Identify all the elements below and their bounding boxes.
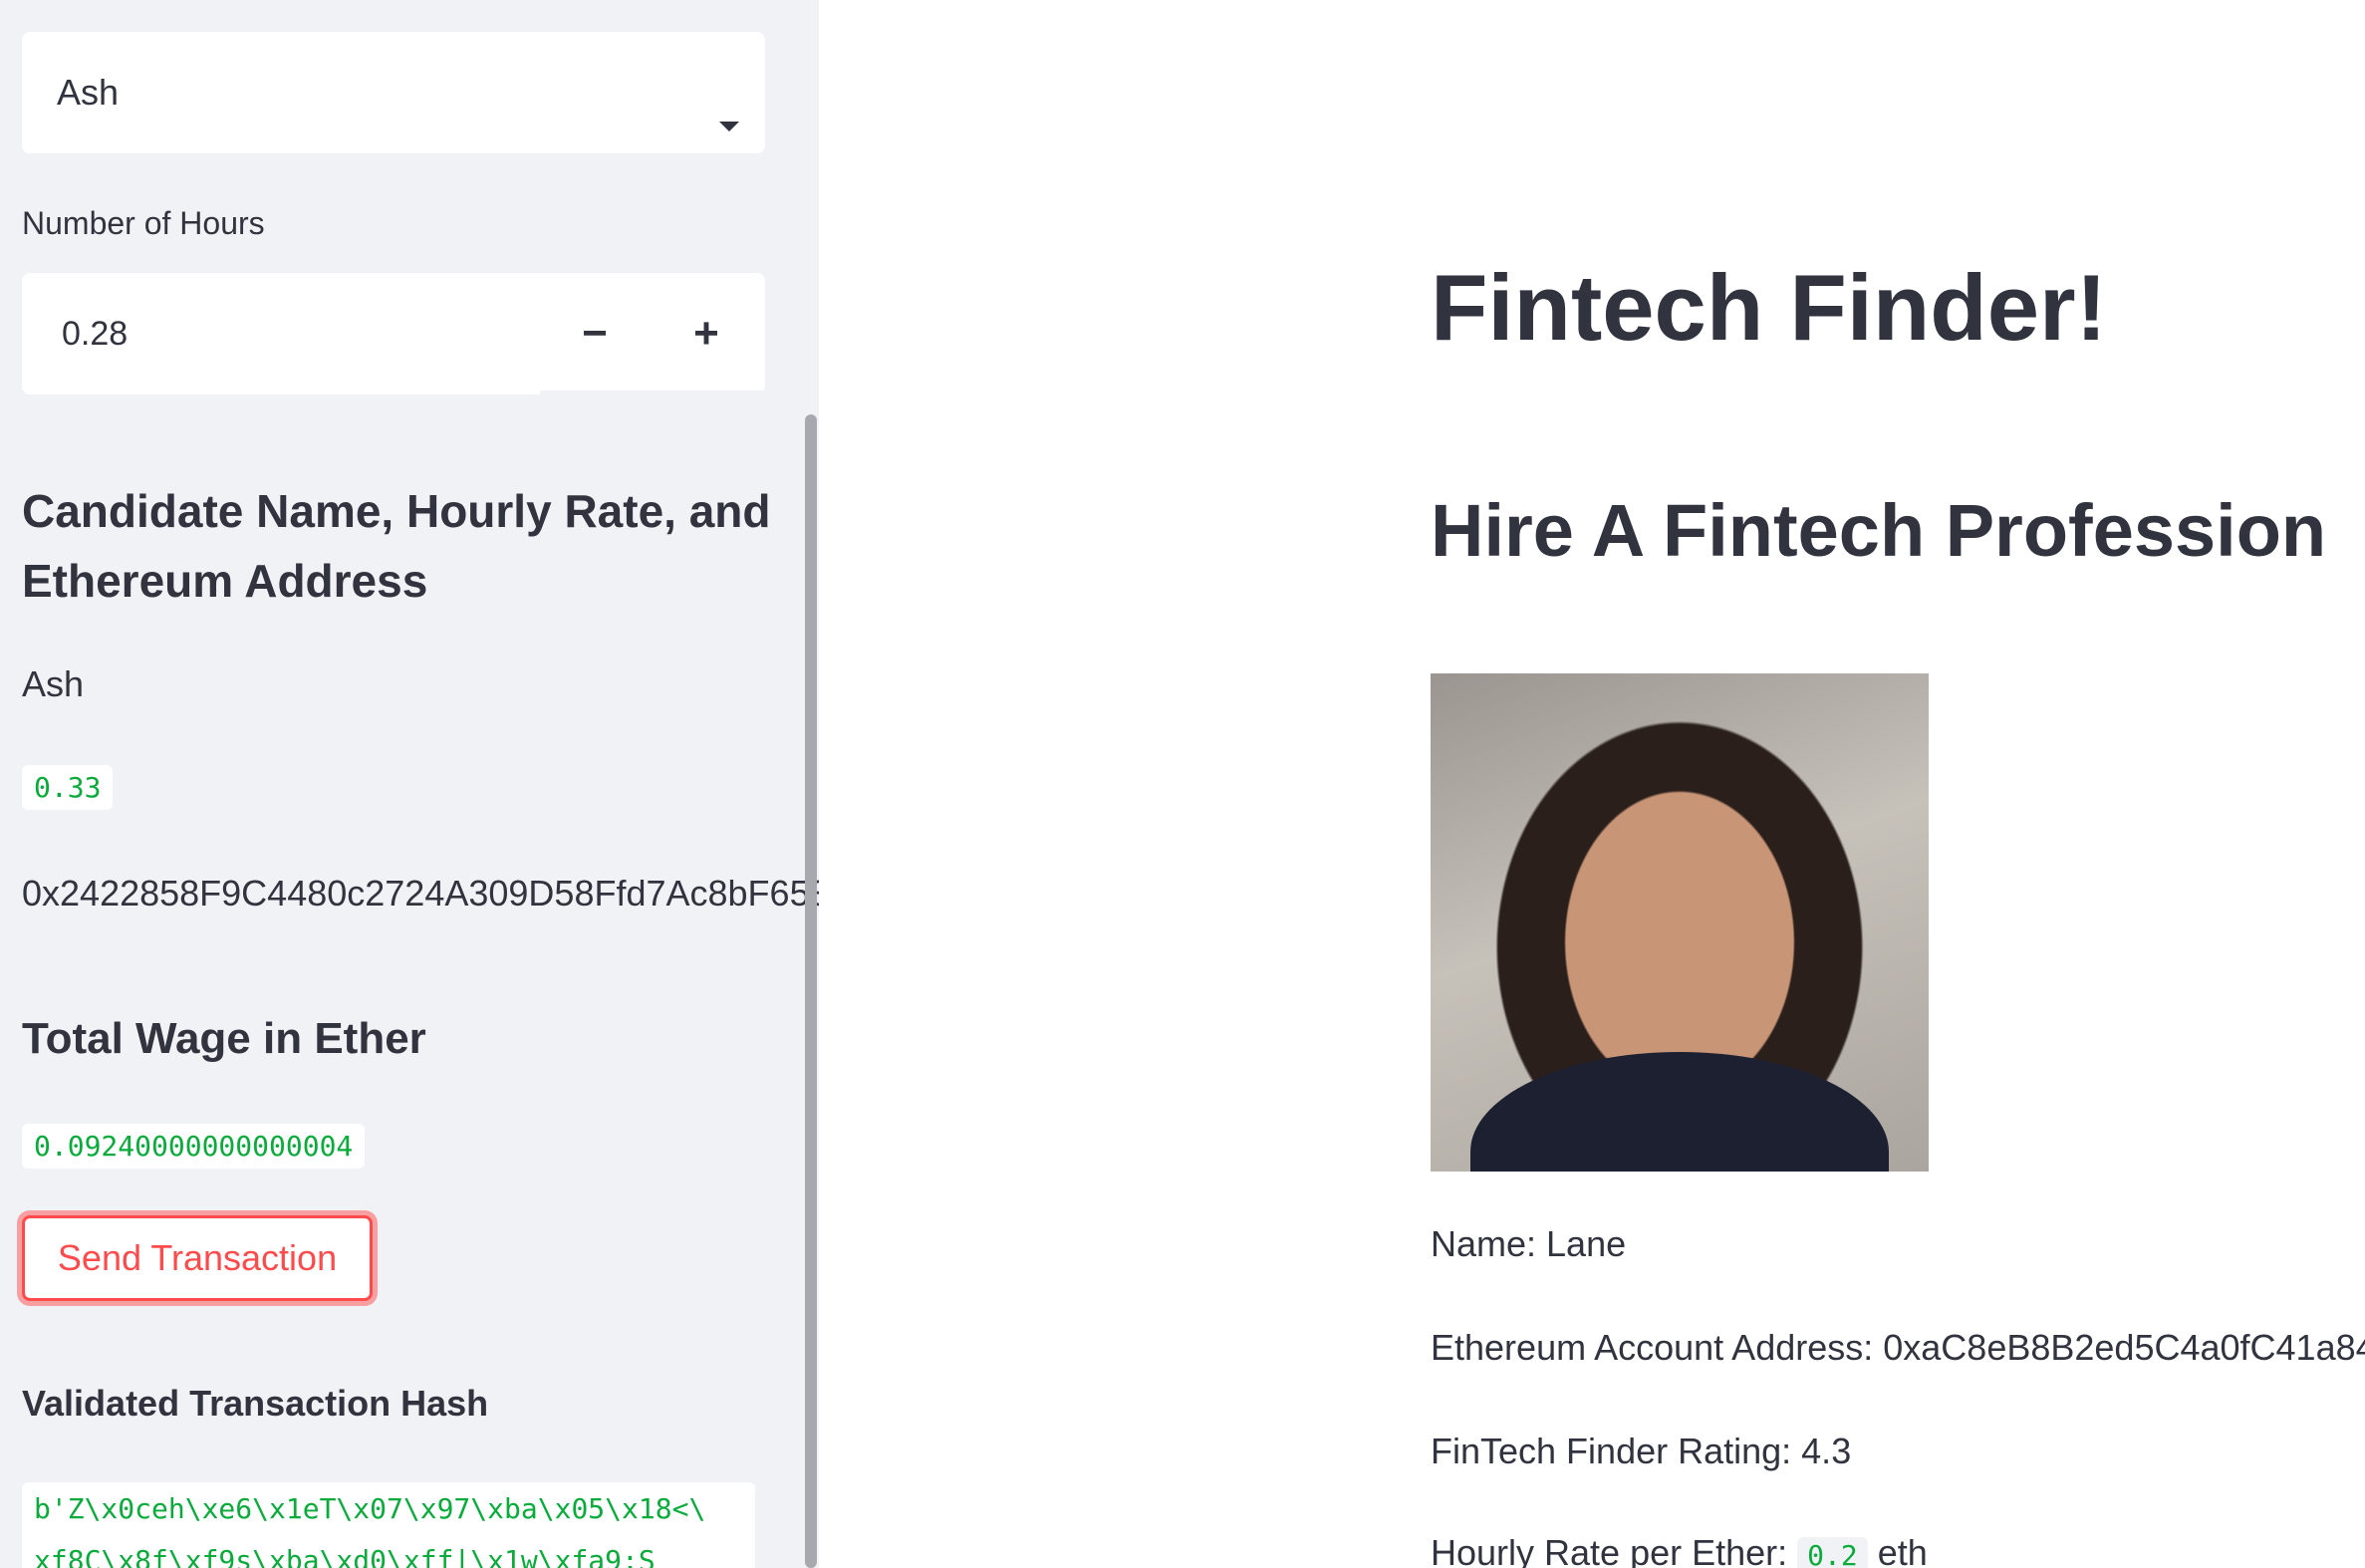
sidebar: Ash Number of Hours 0.28 − + Candidate N… [0, 0, 819, 1568]
hours-stepper[interactable]: 0.28 − + [22, 273, 765, 394]
total-wage-heading: Total Wage in Ether [22, 1014, 426, 1063]
send-transaction-button[interactable]: Send Transaction [22, 1215, 373, 1301]
hash-heading: Validated Transaction Hash [22, 1383, 489, 1424]
candidate-details-heading-line1: Candidate Name, Hourly Rate, and [22, 485, 771, 537]
page-title: Fintech Finder! [1431, 255, 2107, 360]
hourly-rate-value: 0.33 [22, 765, 114, 810]
profile-name: Name: Lane [1431, 1223, 1627, 1264]
candidate-eth-address: 0x2422858F9C4480c2724A309D58Ffd7Ac8bF653 [22, 873, 819, 914]
increment-button[interactable]: + [652, 273, 761, 394]
photo-shoulders [1470, 1052, 1889, 1172]
candidate-details-heading: Candidate Name, Hourly Rate, and Ethereu… [22, 476, 779, 616]
main-content: Fintech Finder! Hire A Fintech Professio… [819, 0, 2365, 1568]
candidate-select-value: Ash [57, 72, 120, 113]
profile-rate-unit: eth [1877, 1532, 1928, 1568]
decrement-button[interactable]: − [540, 273, 650, 394]
sidebar-scrollbar[interactable] [805, 414, 817, 1568]
page-subtitle: Hire A Fintech Profession [1431, 489, 2327, 572]
profile-rate-label: Hourly Rate per Ether: [1431, 1532, 1788, 1568]
candidate-details-heading-line2: Ethereum Address [22, 555, 428, 607]
stepper-divider [540, 391, 765, 394]
profile-rate-value: 0.2 [1797, 1537, 1868, 1568]
candidate-name: Ash [22, 663, 85, 704]
chevron-down-icon[interactable] [719, 122, 739, 131]
profile-rating: FinTech Finder Rating: 4.3 [1431, 1431, 1852, 1471]
candidate-photo [1431, 673, 1929, 1172]
hours-input[interactable]: 0.28 [62, 315, 128, 354]
profile-rate-line: Hourly Rate per Ether: 0.2 eth [1431, 1532, 1928, 1568]
total-wage-value: 0.09240000000000004 [22, 1124, 366, 1169]
transaction-hash-block: b'Z\x0ceh\xe6\x1eT\x07\x97\xba\x05\x18<\… [22, 1482, 755, 1568]
candidate-select[interactable]: Ash [22, 32, 765, 153]
hash-line: xf8C\x8f\xf9s\xba\xd0\xff|\x1w\xfa9;S [34, 1544, 656, 1568]
hours-label: Number of Hours [22, 205, 265, 241]
profile-address: Ethereum Account Address: 0xaC8eB8B2ed5C… [1431, 1327, 2365, 1368]
hash-line: b'Z\x0ceh\xe6\x1eT\x07\x97\xba\x05\x18<\ [34, 1492, 706, 1525]
